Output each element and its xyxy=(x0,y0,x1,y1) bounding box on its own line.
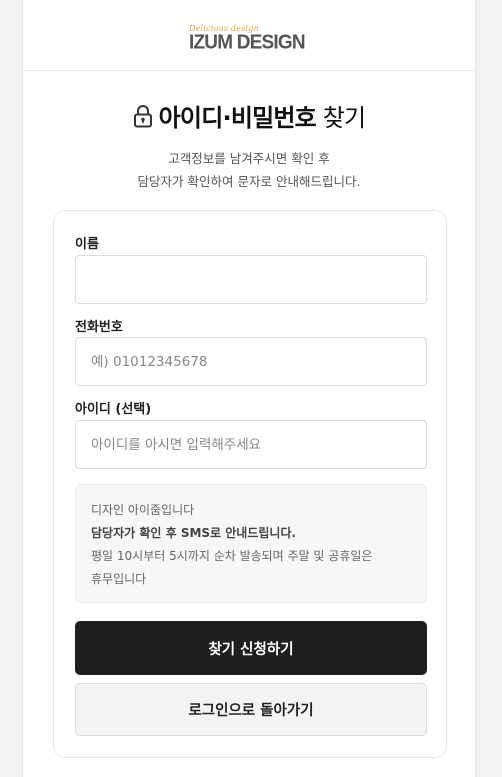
notice-line: 평일 10시부터 5시까지 순차 발송되며 주말 및 공휴일은 xyxy=(91,549,373,563)
lock-icon xyxy=(133,104,153,128)
page-container: Delicious design IZUM DESIGN 아이디·비밀번호 찾기… xyxy=(22,0,476,777)
page-title-suffix: 찾기 xyxy=(315,104,366,132)
page-title-main: 아이디·비밀번호 xyxy=(158,104,317,132)
phone-input[interactable] xyxy=(75,337,427,386)
find-account-form: 이름 전화번호 아이디 (선택) 디자인 아이줌입니다 담당자가 확인 후 SM… xyxy=(53,210,447,758)
notice-line: 휴무입니다 xyxy=(91,572,147,586)
notice-line-strong: 담당자가 확인 후 SMS로 안내드립니다. xyxy=(91,526,297,540)
site-header: Delicious design IZUM DESIGN xyxy=(23,0,475,71)
title-row: 아이디·비밀번호 찾기 xyxy=(23,98,475,133)
subtitle-line: 담당자가 확인하여 문자로 안내해드립니다. xyxy=(137,174,361,189)
logo-text: IZUM DESIGN xyxy=(189,31,306,54)
subtitle-line: 고객정보를 남겨주시면 확인 후 xyxy=(168,151,330,166)
phone-label: 전화번호 xyxy=(75,320,123,335)
userid-label: 아이디 (선택) xyxy=(75,402,152,417)
notice-line: 디자인 아이줌입니다 xyxy=(91,503,195,517)
userid-input[interactable] xyxy=(75,420,427,469)
name-input[interactable] xyxy=(75,255,427,304)
name-label: 이름 xyxy=(75,237,99,252)
notice-box: 디자인 아이줌입니다 담당자가 확인 후 SMS로 안내드립니다. 평일 10시… xyxy=(75,484,427,603)
page-title: 아이디·비밀번호 찾기 xyxy=(159,98,366,133)
submit-button[interactable]: 찾기 신청하기 xyxy=(75,621,427,675)
logo[interactable]: Delicious design IZUM DESIGN xyxy=(189,15,309,55)
back-to-login-button[interactable]: 로그인으로 돌아가기 xyxy=(75,683,427,736)
page-subtitle: 고객정보를 남겨주시면 확인 후 담당자가 확인하여 문자로 안내해드립니다. xyxy=(23,147,475,193)
